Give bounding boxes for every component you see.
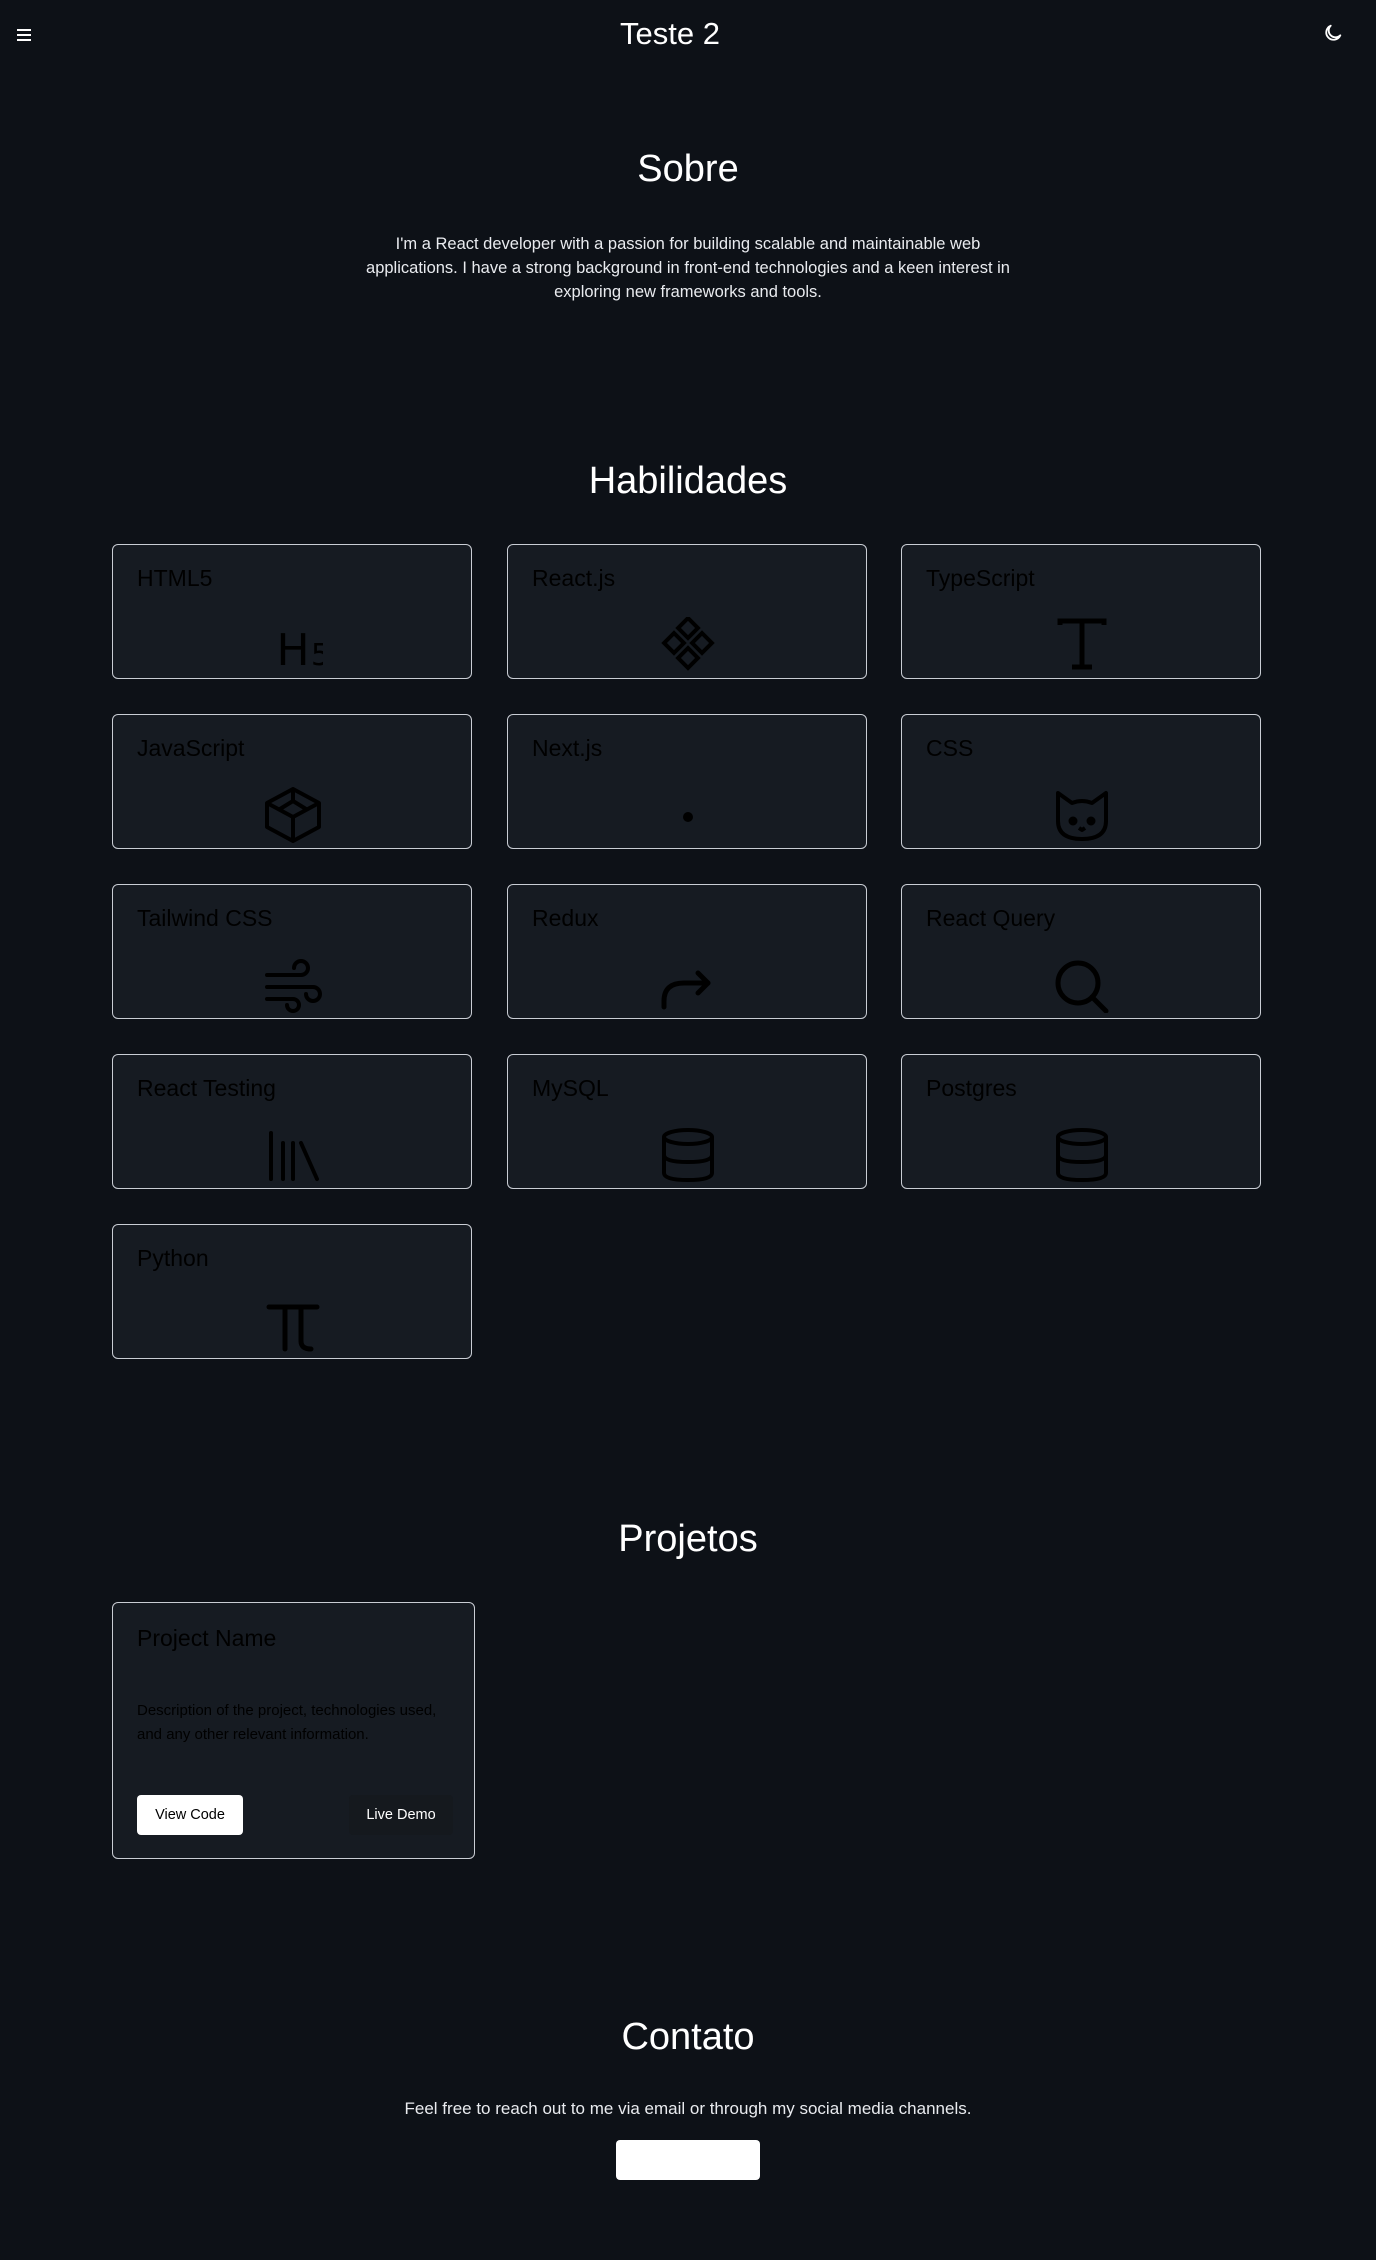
skill-card-nextjs: Next.js bbox=[507, 714, 867, 849]
about-title: Sobre bbox=[637, 148, 739, 190]
skill-card-tailwind: Tailwind CSS bbox=[112, 884, 472, 1019]
react-query-icon bbox=[1055, 960, 1109, 1013]
skill-label: Postgres bbox=[926, 1075, 1017, 1101]
skill-label: React Query bbox=[926, 905, 1056, 931]
skill-card-react-query: React Query bbox=[901, 884, 1261, 1019]
moon-icon bbox=[1325, 24, 1342, 41]
skill-card-mysql: MySQL bbox=[507, 1054, 867, 1189]
redux-icon bbox=[661, 970, 711, 1010]
mysql-icon bbox=[662, 1128, 714, 1183]
live-demo-button[interactable]: Live Demo bbox=[349, 1795, 453, 1835]
contact-text: Feel free to reach out to me via email o… bbox=[404, 2099, 972, 2118]
svg-text:H: H bbox=[276, 625, 309, 673]
skill-label: Next.js bbox=[532, 735, 603, 761]
skill-label: TypeScript bbox=[926, 565, 1035, 591]
contact-title: Contato bbox=[621, 2016, 755, 2058]
skill-label: Redux bbox=[532, 905, 599, 931]
skill-label: Python bbox=[137, 1245, 209, 1271]
skill-card-html5: HTML5 H 5 bbox=[112, 544, 472, 679]
skill-label: Tailwind CSS bbox=[137, 905, 273, 931]
skill-label: React Testing bbox=[137, 1075, 276, 1101]
skill-card-react-testing: React Testing bbox=[112, 1054, 472, 1189]
skill-card-typescript: TypeScript bbox=[901, 544, 1261, 679]
skill-card-python: Python bbox=[112, 1224, 472, 1359]
theme-toggle-button[interactable] bbox=[1322, 22, 1346, 46]
nextjs-icon bbox=[683, 812, 693, 822]
javascript-icon bbox=[265, 787, 321, 843]
site-title: Teste 2 bbox=[620, 16, 720, 51]
react-icon bbox=[661, 617, 715, 671]
skill-label: MySQL bbox=[532, 1075, 609, 1101]
view-code-button[interactable]: View Code bbox=[137, 1795, 243, 1835]
css-icon bbox=[1056, 791, 1108, 841]
skill-card-react: React.js bbox=[507, 544, 867, 679]
skill-card-javascript: JavaScript bbox=[112, 714, 472, 849]
skill-card-css: CSS bbox=[901, 714, 1261, 849]
skill-label: JavaScript bbox=[137, 735, 245, 761]
react-testing-icon bbox=[269, 1131, 319, 1181]
project-description: Description of the project, technologies… bbox=[137, 1702, 437, 1743]
projects-title: Projetos bbox=[618, 1518, 758, 1560]
skill-card-postgres: Postgres bbox=[901, 1054, 1261, 1189]
header: Teste 2 bbox=[0, 0, 1376, 72]
project-card: Project Name Description of the project,… bbox=[112, 1602, 475, 1859]
html5-icon: H 5 bbox=[276, 625, 323, 673]
project-name: Project Name bbox=[137, 1625, 277, 1651]
skill-card-redux: Redux bbox=[507, 884, 867, 1019]
typescript-icon bbox=[1057, 618, 1107, 670]
skill-label: React.js bbox=[532, 565, 616, 591]
contact-button[interactable] bbox=[616, 2140, 760, 2180]
skill-label: CSS bbox=[926, 735, 974, 761]
about-text: I'm a React developer with a passion for… bbox=[366, 235, 1010, 301]
svg-text:5: 5 bbox=[311, 638, 323, 673]
python-icon bbox=[266, 1304, 320, 1352]
postgres-icon bbox=[1056, 1128, 1108, 1183]
skill-label: HTML5 bbox=[137, 565, 213, 591]
skills-title: Habilidades bbox=[588, 460, 788, 502]
tailwind-icon bbox=[265, 959, 322, 1013]
